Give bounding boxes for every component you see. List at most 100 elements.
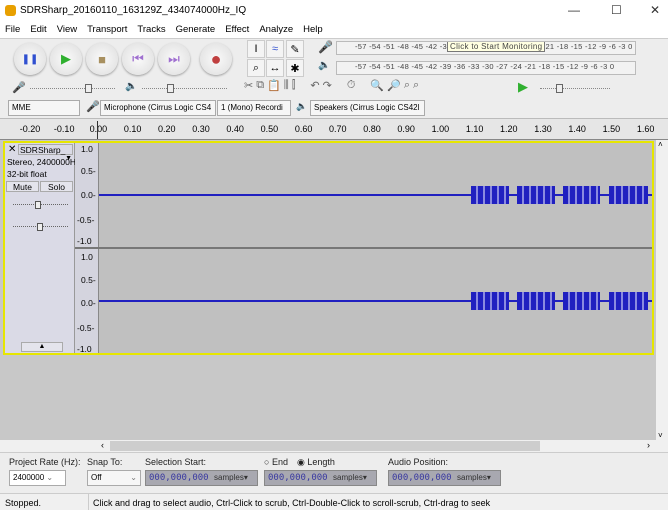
cut-icon[interactable]: ✂ (244, 79, 253, 92)
redo-icon[interactable]: ↷ (323, 79, 332, 92)
minimize-button[interactable]: — (568, 3, 580, 17)
trim-icon[interactable]: ⫼ (284, 79, 289, 92)
recording-volume-slider[interactable] (30, 84, 115, 93)
ruler-tick-label: 1.10 (465, 124, 484, 134)
project-rate-label: Project Rate (Hz): (9, 457, 81, 467)
zoom-in-icon[interactable]: 🔍 (370, 79, 384, 92)
track-name-menu[interactable]: SDRSharp_ ▼ (18, 144, 73, 162)
paste-icon[interactable]: 📋 (267, 79, 281, 92)
playback-meter-speaker-icon[interactable]: 🔈 (318, 60, 330, 71)
timeline-ruler[interactable]: -0.20 -0.10 0.00 0.10 0.20 0.30 0.40 0.50 0.60 0.… (0, 118, 668, 140)
selection-start-field[interactable]: 000,000,000 samples▾ (145, 470, 258, 486)
waveform-left-channel[interactable] (99, 143, 652, 247)
ruler-tick-label: 0.40 (226, 124, 244, 134)
ruler-tick-label: 1.30 (534, 124, 552, 134)
track-bit-depth: 32-bit float (7, 169, 47, 179)
vertical-scale-left[interactable]: 1.0 0.5- 0.0- -0.5- -1.0 (75, 143, 99, 247)
scale-label: -0.5- (77, 215, 95, 225)
record-meter-mic-icon[interactable]: 🎤 (318, 40, 333, 54)
zoom-tool[interactable]: ⌕ (247, 59, 265, 77)
menu-analyze[interactable]: Analyze (254, 22, 298, 38)
scale-label: 0.5- (81, 166, 96, 176)
ruler-tick-label: 0.60 (294, 124, 313, 134)
monitoring-tooltip: Click to Start Monitoring (447, 42, 546, 52)
playback-device-select[interactable]: Speakers (Cirrus Logic CS42l (310, 100, 425, 116)
copy-icon[interactable]: ⧉ (256, 79, 264, 92)
draw-tool[interactable]: ✎ (286, 40, 304, 58)
pause-button[interactable]: ❚❚ (14, 43, 46, 75)
menu-file[interactable]: File (0, 22, 25, 38)
menu-edit[interactable]: Edit (25, 22, 51, 38)
selection-start-label: Selection Start: (145, 457, 207, 467)
menu-tracks[interactable]: Tracks (132, 22, 170, 38)
fit-selection-icon[interactable]: ⌕ (404, 79, 410, 92)
selection-length-field[interactable]: 000,000,000 samples▾ (264, 470, 377, 486)
mute-button[interactable]: Mute (6, 181, 39, 192)
undo-icon[interactable]: ↶ (310, 79, 319, 92)
gain-slider[interactable] (13, 201, 68, 209)
scale-label: 0.5- (81, 275, 96, 285)
ruler-tick-label: 0.30 (192, 124, 210, 134)
close-track-icon[interactable]: ✕ (8, 144, 16, 155)
play-at-speed-button[interactable]: ▶ (518, 79, 528, 95)
scale-label: 0.0- (81, 190, 96, 200)
menu-effect[interactable]: Effect (220, 22, 254, 38)
skip-to-start-button[interactable]: ⏮ (122, 43, 154, 75)
record-button[interactable]: ● (200, 43, 232, 75)
project-rate-select[interactable]: 2400000 ⌄ (9, 470, 66, 486)
collapse-track-button[interactable]: ▲ (21, 342, 63, 352)
menu-view[interactable]: View (52, 22, 82, 38)
multi-tool[interactable]: ✱ (286, 59, 304, 77)
maximize-button[interactable]: ☐ (611, 3, 622, 17)
menu-generate[interactable]: Generate (171, 22, 221, 38)
close-button[interactable]: ✕ (650, 3, 660, 17)
ruler-tick-label: 1.60 (636, 124, 655, 134)
recording-device-select[interactable]: Microphone (Cirrus Logic CS4 (100, 100, 216, 116)
audio-position-field[interactable]: 000,000,000 samples▾ (388, 470, 501, 486)
waveform-right-channel[interactable] (99, 249, 652, 353)
recording-channels-select[interactable]: 1 (Mono) Recordi (217, 100, 291, 116)
signal-burst (517, 292, 555, 310)
horizontal-scrollbar[interactable]: ‹ › (0, 440, 668, 452)
ruler-tick-label: 1.40 (568, 124, 586, 134)
zoom-out-icon[interactable]: 🔎 (387, 79, 401, 92)
ruler-tick-label: 1.20 (500, 124, 518, 134)
scroll-left-icon[interactable]: ‹ (101, 440, 104, 450)
scroll-thumb[interactable] (110, 441, 540, 451)
play-speed-slider[interactable] (540, 84, 610, 93)
fit-project-icon[interactable]: ⌕ (413, 79, 419, 92)
solo-button[interactable]: Solo (40, 181, 73, 192)
speaker-icon: 🔈 (125, 81, 138, 92)
stop-button[interactable]: ■ (86, 43, 118, 75)
playback-meter[interactable]: -57 -54 -51 -48 -45 -42 -39 -36 -33 -30 … (336, 61, 636, 75)
selection-tool[interactable]: I (247, 40, 265, 58)
vertical-scale-right[interactable]: 1.0 0.5- 0.0- -0.5- -1.0 (75, 249, 99, 354)
sync-lock-icon[interactable]: ⏱ (347, 79, 356, 92)
end-label: End (271, 457, 288, 467)
silence-icon[interactable]: ⫿ (292, 79, 296, 92)
signal-burst (609, 186, 648, 204)
play-button[interactable]: ▶ (50, 43, 82, 75)
playback-volume-slider[interactable] (142, 84, 227, 93)
signal-burst (609, 292, 648, 310)
menu-help[interactable]: Help (298, 22, 328, 38)
ruler-tick-label: 1.50 (602, 124, 621, 134)
menu-transport[interactable]: Transport (82, 22, 132, 38)
audio-track[interactable]: ✕ SDRSharp_ ▼ Stereo, 2400000Hz 32-bit fl… (3, 141, 654, 355)
scale-label: 1.0 (81, 144, 93, 154)
selection-length-value: 000,000,000 (268, 473, 328, 483)
snap-to-select[interactable]: Off ⌄ (87, 470, 141, 486)
skip-to-end-button[interactable]: ⏭ (158, 43, 190, 75)
audio-host-select[interactable]: MME (8, 100, 80, 116)
pan-slider[interactable] (13, 223, 68, 231)
selection-toolbar: Project Rate (Hz): 2400000 ⌄ Snap To: Of… (0, 452, 668, 493)
envelope-tool[interactable]: ≈ (266, 40, 284, 58)
length-radio[interactable]: ◉ Length (297, 457, 335, 468)
vertical-scrollbar[interactable]: ˄ ˅ (656, 140, 668, 440)
scroll-right-icon[interactable]: › (647, 440, 650, 450)
record-meter[interactable]: -57 -54 -51 -48 -45 -42 -3 Click to Start… (336, 41, 636, 55)
end-radio[interactable]: ○ End (264, 457, 288, 467)
window-title: SDRSharp_20160110_163129Z_434074000Hz_IQ (20, 5, 247, 16)
timeshift-tool[interactable]: ↔ (266, 59, 284, 77)
menu-bar: File Edit View Transport Tracks Generate… (0, 22, 668, 38)
